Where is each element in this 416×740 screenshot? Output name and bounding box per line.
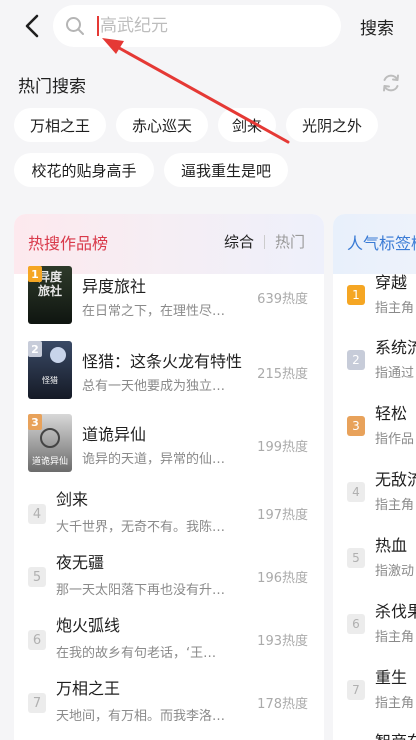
tag-row[interactable]: 3 轻松 指作品	[333, 400, 416, 456]
tab-popular[interactable]: 热门	[275, 231, 305, 252]
tag-name: 热血	[375, 536, 408, 555]
book-title: 万相之王	[56, 679, 121, 698]
hot-tag[interactable]: 赤心巡天	[116, 108, 208, 142]
tab-overall[interactable]: 综合	[224, 231, 254, 252]
rank-badge-gold: 1	[28, 266, 42, 282]
book-title: 道诡异仙	[82, 425, 147, 444]
tag-row[interactable]: 1 穿越 指主角	[333, 269, 416, 325]
tag-desc: 指主角	[375, 630, 415, 645]
tag-name: 重生	[375, 668, 408, 687]
ranking-row[interactable]: 怪猎 2 怪猎：这条火龙有特性 总有一天他要成为独立… 215热度	[14, 339, 324, 403]
rank-badge-gold: 1	[347, 285, 365, 305]
heat-value: 197热度	[257, 508, 308, 523]
search-input[interactable]	[100, 16, 300, 36]
ranking-row[interactable]: 道诡异仙 3 道诡异仙 诡异的天道，异常的仙… 199热度	[14, 412, 324, 476]
rank-number: 6	[28, 630, 46, 650]
popular-tags-ranking-card: 人气标签榜 1 穿越 指主角 2 系统流 指通过 3 轻松 指作品 4 无敌流 …	[333, 214, 416, 740]
heat-value: 639热度	[257, 292, 308, 307]
rank-number: 4	[347, 482, 365, 502]
book-title: 异度旅社	[82, 277, 147, 296]
rank-number: 5	[28, 567, 46, 587]
rank-number: 4	[28, 504, 46, 524]
heat-value: 199热度	[257, 440, 308, 455]
heat-value: 196热度	[257, 571, 308, 586]
book-desc: 在日常之下，在理性尽…	[82, 304, 226, 319]
cover-moon	[50, 347, 66, 363]
back-button[interactable]	[18, 12, 46, 40]
book-desc: 那一天太阳落下再也没有升…	[56, 583, 226, 598]
hot-tag[interactable]: 剑来	[218, 108, 276, 142]
book-desc: 总有一天他要成为独立…	[82, 379, 226, 394]
heat-value: 193热度	[257, 634, 308, 649]
ranking-row[interactable]: 4 剑来 大千世界，无奇不有。我陈… 197热度	[14, 484, 324, 542]
tag-name: 轻松	[375, 404, 408, 423]
hot-search-title: 热门搜索	[18, 77, 86, 97]
tag-name: 杀伐果断	[375, 602, 416, 621]
ranking-row[interactable]: 5 夜无疆 那一天太阳落下再也没有升… 196热度	[14, 547, 324, 605]
heat-value: 178热度	[257, 697, 308, 712]
hot-works-ranking-card: 热搜作品榜 综合 热门 异度旅社 1 异度旅社 在日常之下，在理性尽… 639热…	[14, 214, 324, 740]
refresh-icon[interactable]	[380, 72, 404, 96]
ranking-title: 热搜作品榜	[28, 234, 109, 253]
book-desc: 在我的故乡有句老话，‘王…	[56, 646, 217, 661]
hot-tag[interactable]: 逼我重生是吧	[164, 153, 288, 187]
book-desc: 天地间，有万相。而我李洛…	[56, 709, 226, 724]
heat-value: 215热度	[257, 367, 308, 382]
cover-emblem	[40, 428, 60, 448]
book-title: 夜无疆	[56, 553, 105, 572]
tag-name: 穿越	[375, 273, 408, 292]
tag-row[interactable]: 7 重生 指主角	[333, 664, 416, 720]
rank-number: 7	[347, 680, 365, 700]
tag-row[interactable]: 2 系统流 指通过	[333, 334, 416, 390]
book-title: 炮火弧线	[56, 616, 121, 635]
book-desc: 诡异的天道，异常的仙…	[82, 452, 226, 467]
rank-badge-bronze: 3	[28, 414, 42, 430]
top-bar: 搜索	[0, 0, 416, 56]
ranking-row[interactable]: 7 万相之王 天地间，有万相。而我李洛… 178热度	[14, 673, 324, 731]
tag-desc: 指主角	[375, 498, 415, 513]
cover-title: 道诡异仙	[31, 457, 68, 467]
tag-row[interactable]: 4 无敌流 指主角	[333, 466, 416, 522]
tag-ranking-title: 人气标签榜	[347, 234, 416, 253]
tag-desc: 指激动	[375, 564, 415, 579]
hot-tag[interactable]: 校花的贴身高手	[14, 153, 154, 187]
tab-divider	[264, 234, 266, 249]
rank-badge-silver: 2	[347, 350, 365, 370]
tag-name: 智商在线	[375, 728, 416, 740]
search-box[interactable]	[53, 5, 341, 47]
rank-number: 7	[28, 693, 46, 713]
text-cursor	[97, 16, 99, 36]
rank-number: 5	[347, 548, 365, 568]
chevron-left-icon	[25, 14, 39, 38]
tag-desc: 指主角	[375, 301, 415, 316]
ranking-row[interactable]: 6 炮火弧线 在我的故乡有句老话，‘王… 193热度	[14, 610, 324, 668]
tag-desc: 指主角	[375, 696, 415, 711]
ranking-row[interactable]: 异度旅社 1 异度旅社 在日常之下，在理性尽… 639热度	[14, 264, 324, 328]
rank-number: 6	[347, 614, 365, 634]
rank-badge-silver: 2	[28, 341, 42, 357]
tag-name: 系统流	[375, 338, 416, 357]
book-title: 剑来	[56, 490, 89, 509]
rank-badge-bronze: 3	[347, 416, 365, 436]
tag-desc: 指通过	[375, 366, 415, 381]
book-desc: 大千世界，无奇不有。我陈…	[56, 520, 226, 535]
hot-tag[interactable]: 万相之王	[14, 108, 106, 142]
search-icon	[65, 15, 87, 37]
tag-desc: 指作品	[375, 432, 415, 447]
tag-row[interactable]: 智商在线	[333, 728, 416, 740]
tag-row[interactable]: 5 热血 指激动	[333, 532, 416, 588]
search-button[interactable]: 搜索	[360, 14, 394, 39]
book-title: 怪猎：这条火龙有特性	[82, 352, 243, 371]
cover-title: 怪猎	[42, 376, 58, 385]
ranking-sort-tabs: 综合 热门	[224, 231, 305, 252]
tag-row[interactable]: 6 杀伐果断 指主角	[333, 598, 416, 654]
tag-name: 无敌流	[375, 470, 416, 489]
hot-tag[interactable]: 光阴之外	[286, 108, 378, 142]
